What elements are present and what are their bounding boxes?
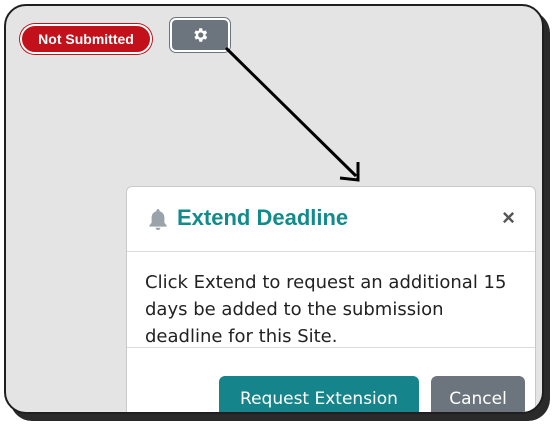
screenshot-frame: Not Submitted Extend Deadline × Click Ex… <box>4 4 544 414</box>
cancel-button[interactable]: Cancel <box>431 376 525 412</box>
modal-body-text: Click Extend to request an additional 15… <box>145 272 507 347</box>
modal-title: Extend Deadline <box>177 205 349 230</box>
modal-footer: Request Extension Cancel <box>127 347 535 412</box>
extend-deadline-modal: Extend Deadline × Click Extend to reques… <box>126 186 536 412</box>
bell-icon <box>149 209 167 231</box>
modal-header: Extend Deadline × <box>127 187 535 252</box>
request-extension-button[interactable]: Request Extension <box>219 376 419 412</box>
close-icon[interactable]: × <box>502 207 515 229</box>
